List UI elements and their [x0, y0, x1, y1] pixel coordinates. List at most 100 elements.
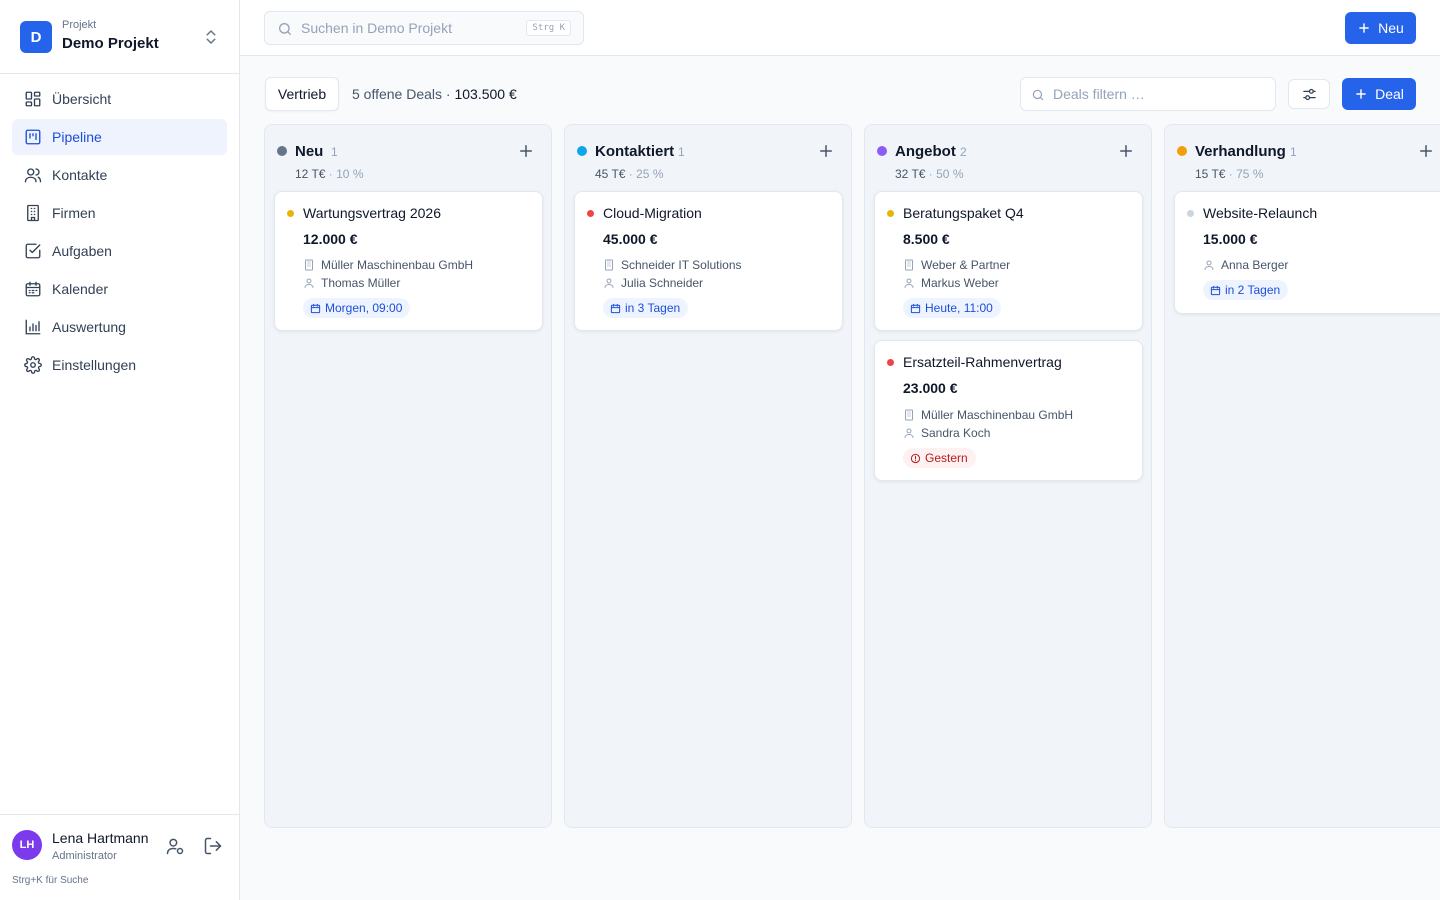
deal-card[interactable]: Website-Relaunch 15.000 € Anna Berger in…: [1174, 191, 1440, 314]
column-probability: · 25 %: [625, 167, 664, 181]
building-icon: [305, 259, 313, 271]
deal-company: Müller Maschinenbau GmbH: [303, 258, 473, 272]
deal-company: Weber & Partner: [903, 258, 1010, 272]
deal-company: Müller Maschinenbau GmbH: [903, 408, 1073, 422]
sidebar-item-label: Aufgaben: [52, 243, 112, 259]
add-card-icon[interactable]: [1117, 142, 1135, 160]
deal-title: Ersatzteil-Rahmenvertrag: [903, 354, 1062, 370]
deal-amount: 15.000 €: [1203, 231, 1258, 247]
stage-dot: [277, 146, 287, 156]
contact-name: Thomas Müller: [321, 276, 401, 290]
due-badge: Heute, 11:00: [903, 298, 1001, 318]
column-meta: 32 T€ · 50 %: [895, 167, 963, 181]
building-icon: [905, 259, 913, 271]
stage-dot: [1177, 146, 1187, 156]
search-icon: [1032, 89, 1044, 101]
gear-icon: [24, 356, 42, 374]
filter-input[interactable]: [1053, 78, 1263, 110]
project-switcher[interactable]: D Projekt Demo Projekt: [0, 0, 239, 74]
priority-dot: [887, 359, 894, 366]
new-button-label: Neu: [1378, 20, 1404, 36]
priority-dot: [887, 210, 894, 217]
chevron-up-down-icon[interactable]: [202, 28, 220, 46]
logout-icon[interactable]: [203, 836, 223, 856]
stage-dot: [577, 146, 587, 156]
deals-summary: 5 offene Deals · 103.500 €: [352, 86, 517, 102]
sidebar-nav: Übersicht Pipeline Kontakte Firmen Aufga…: [12, 81, 227, 385]
sidebar-item-firmen[interactable]: Firmen: [12, 195, 227, 231]
sidebar-item-label: Kalender: [52, 281, 109, 297]
column-meta: 12 T€ · 10 %: [295, 167, 363, 181]
person-icon: [1204, 260, 1214, 270]
deal-contact: Sandra Koch: [903, 426, 990, 440]
column-value: 15 T€: [1195, 167, 1226, 181]
search-icon: [279, 23, 291, 35]
new-button[interactable]: Neu: [1345, 12, 1416, 44]
column-count: 1: [678, 145, 685, 159]
kanban-icon: [25, 129, 41, 145]
sidebar-item-label: Übersicht: [52, 91, 112, 107]
priority-dot: [587, 210, 594, 217]
person-icon: [904, 428, 914, 438]
contact-name: Sandra Koch: [921, 426, 991, 440]
column-title: Neu: [295, 143, 324, 160]
sliders-icon: [1302, 88, 1316, 100]
deals-filter[interactable]: [1020, 77, 1276, 111]
add-card-icon[interactable]: [817, 142, 835, 160]
column-probability: · 10 %: [325, 167, 364, 181]
user-panel: LH Lena Hartmann Administrator Strg+K fü…: [0, 814, 239, 900]
sidebar-item-label: Einstellungen: [52, 357, 137, 373]
filter-settings-button[interactable]: [1288, 79, 1330, 109]
plus-icon: [1356, 89, 1366, 99]
column-title: Kontaktiert: [595, 143, 675, 160]
add-deal-label: Deal: [1375, 86, 1404, 102]
column-probability: · 75 %: [1225, 167, 1264, 181]
user-settings-icon[interactable]: [165, 836, 185, 856]
person-icon: [904, 278, 914, 288]
deal-contact: Thomas Müller: [303, 276, 400, 290]
topbar: Strg K Neu: [240, 0, 1440, 56]
deal-contact: Anna Berger: [1203, 258, 1288, 272]
sidebar-item-pipeline[interactable]: Pipeline: [12, 119, 227, 155]
deal-title: Wartungsvertrag 2026: [303, 205, 441, 221]
global-search[interactable]: Strg K: [264, 11, 584, 45]
add-card-icon[interactable]: [1417, 142, 1435, 160]
user-name: Lena Hartmann: [52, 830, 149, 846]
add-card-icon[interactable]: [517, 142, 535, 160]
deal-contact: Markus Weber: [903, 276, 999, 290]
sidebar-item-aufgaben[interactable]: Aufgaben: [12, 233, 227, 269]
sidebar-item-label: Auswertung: [52, 319, 126, 335]
avatar[interactable]: LH: [12, 830, 42, 860]
search-input[interactable]: [301, 12, 521, 44]
sidebar-item-einstellungen[interactable]: Einstellungen: [12, 347, 227, 383]
add-deal-button[interactable]: Deal: [1342, 78, 1416, 110]
column-count: 2: [960, 145, 967, 159]
deal-card[interactable]: Ersatzteil-Rahmenvertrag 23.000 € Müller…: [874, 340, 1143, 481]
due-text: in 3 Tagen: [625, 301, 681, 315]
pipeline-view-tab[interactable]: Vertrieb: [265, 77, 339, 111]
pipeline-column-verhandlung: Verhandlung 1 15 T€ · 75 % Website-Relau…: [1164, 124, 1440, 828]
company-name: Weber & Partner: [921, 258, 1011, 272]
deal-card[interactable]: Cloud-Migration 45.000 € Schneider IT So…: [574, 191, 843, 331]
column-count: 1: [1290, 145, 1297, 159]
column-value: 45 T€: [595, 167, 626, 181]
sidebar: D Projekt Demo Projekt Übersicht Pipelin…: [0, 0, 240, 900]
sidebar-item-kontakte[interactable]: Kontakte: [12, 157, 227, 193]
person-icon: [304, 278, 314, 288]
deal-title: Beratungspaket Q4: [903, 205, 1024, 221]
contact-name: Anna Berger: [1221, 258, 1289, 272]
overdue-badge: Gestern: [903, 448, 976, 468]
sidebar-item-label: Pipeline: [52, 129, 102, 145]
deal-title: Website-Relaunch: [1203, 205, 1318, 221]
dashboard-icon: [25, 91, 41, 107]
project-name: Demo Projekt: [62, 35, 159, 52]
pipeline-column-kontaktiert: Kontaktiert 1 45 T€ · 25 % Cloud-Migrati…: [564, 124, 852, 828]
deal-card[interactable]: Wartungsvertrag 2026 12.000 € Müller Mas…: [274, 191, 543, 331]
sidebar-item-kalender[interactable]: Kalender: [12, 271, 227, 307]
sidebar-item-uebersicht[interactable]: Übersicht: [12, 81, 227, 117]
sidebar-item-auswertung[interactable]: Auswertung: [12, 309, 227, 345]
due-badge: in 2 Tagen: [1203, 280, 1289, 300]
deal-card[interactable]: Beratungspaket Q4 8.500 € Weber & Partne…: [874, 191, 1143, 331]
stage-dot: [877, 146, 887, 156]
sidebar-item-label: Kontakte: [52, 167, 108, 183]
